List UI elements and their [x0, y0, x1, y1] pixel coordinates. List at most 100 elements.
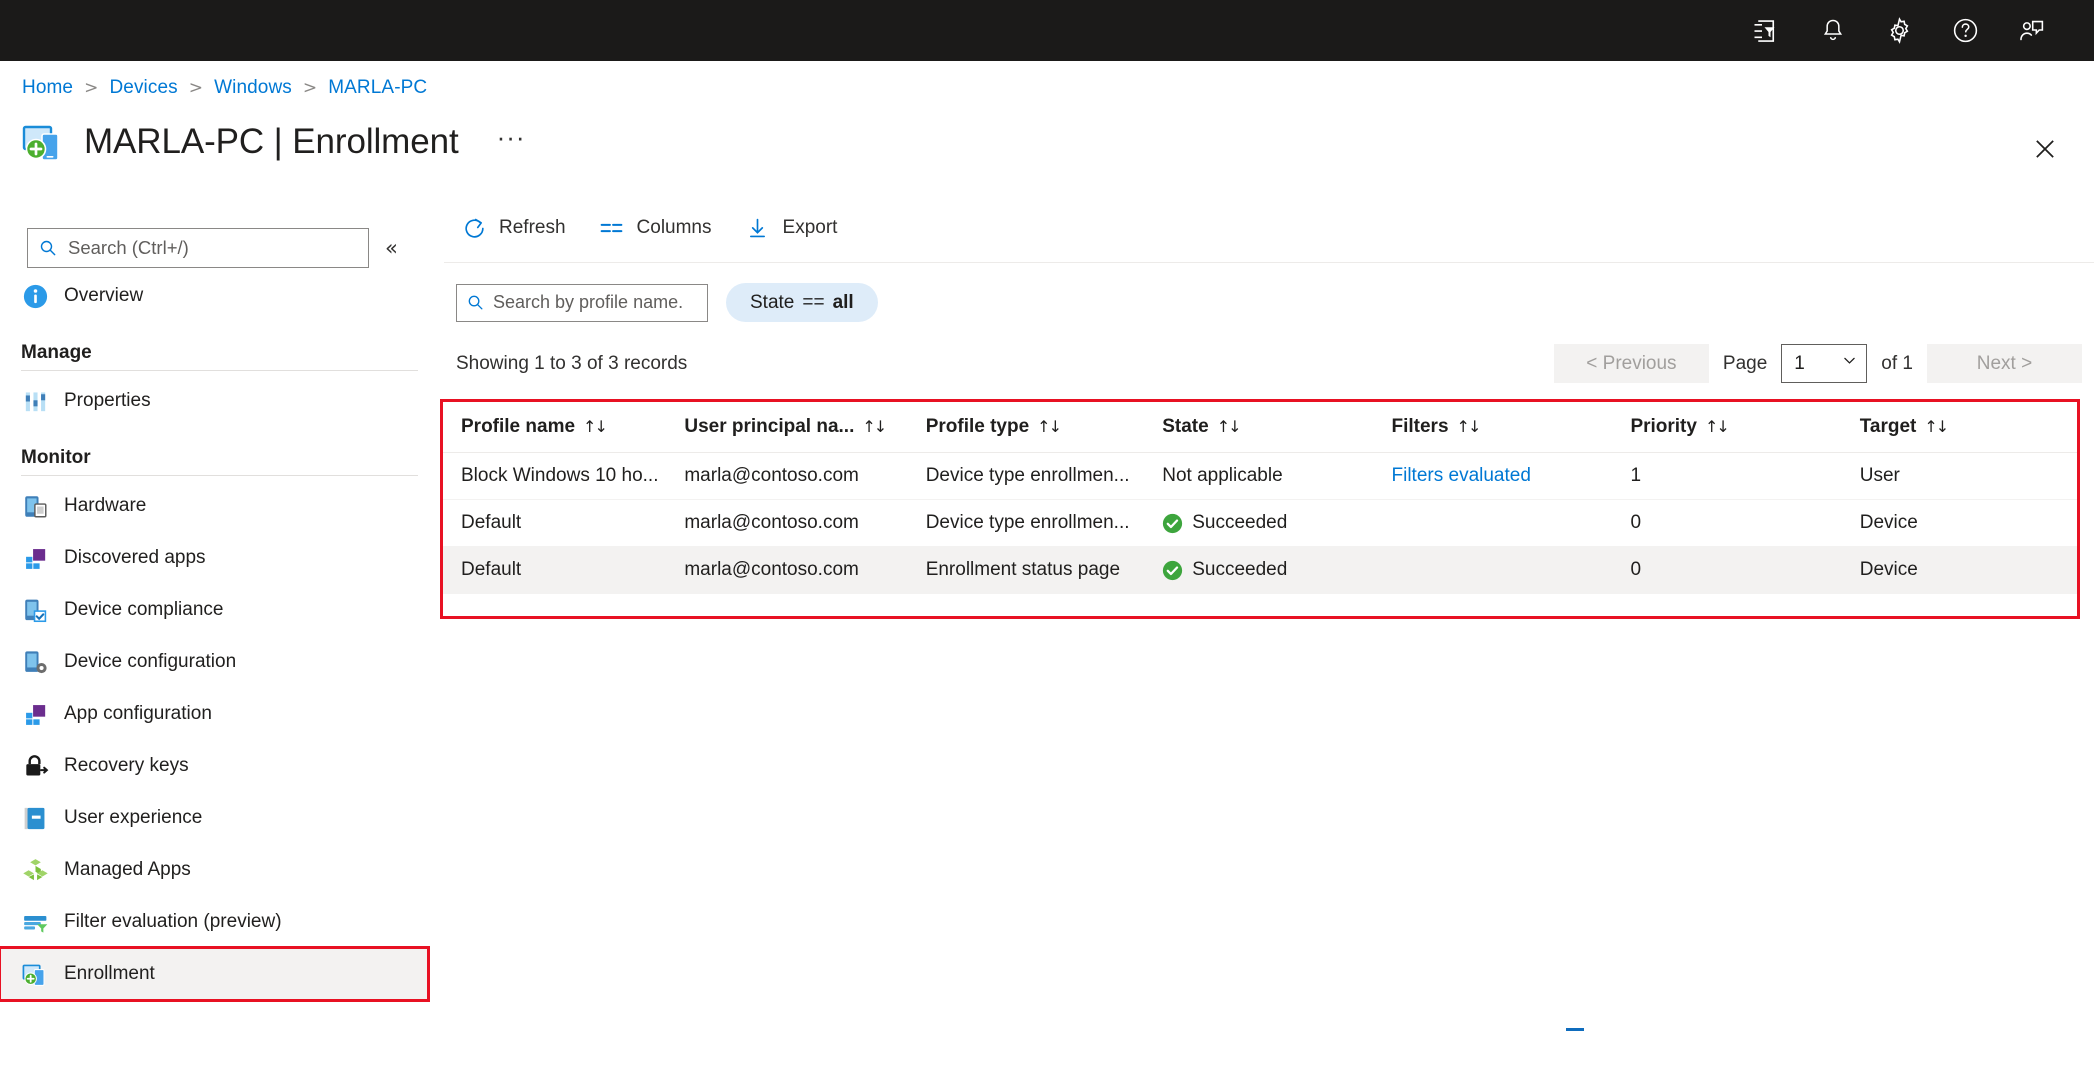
- sidebar-group-manage: Manage: [21, 342, 92, 363]
- enrollment-icon: [21, 960, 50, 989]
- discovered-apps-icon: [21, 544, 50, 573]
- filter-value: all: [832, 291, 854, 313]
- sidebar-item-device-configuration[interactable]: Device configuration: [0, 636, 440, 688]
- collapse-sidebar-button[interactable]: «: [385, 237, 398, 259]
- column-header-profile-type[interactable]: Profile type ↑↓: [925, 402, 1163, 453]
- page-number-select[interactable]: 1: [1781, 344, 1868, 383]
- info-icon: [21, 282, 50, 311]
- columns-button[interactable]: Columns: [594, 206, 728, 250]
- global-top-bar: [0, 0, 2094, 61]
- column-label: Profile type: [925, 416, 1030, 437]
- filter-operator: ==: [802, 291, 825, 313]
- table-row[interactable]: Default marla@contoso.com Device type en…: [443, 499, 2077, 547]
- filters-evaluated-link[interactable]: Filters evaluated: [1392, 465, 1531, 486]
- table-body: Block Windows 10 ho... marla@contoso.com…: [443, 452, 2077, 594]
- sort-icon[interactable]: ↑↓: [1037, 417, 1062, 436]
- refresh-icon: [460, 214, 488, 242]
- hardware-icon: [21, 492, 50, 521]
- export-button[interactable]: Export: [740, 206, 854, 250]
- gear-icon[interactable]: [1866, 0, 1932, 61]
- status-badge: Succeeded: [1162, 559, 1391, 581]
- notifications-icon[interactable]: [1800, 0, 1866, 61]
- export-label: Export: [782, 217, 838, 238]
- filter-bar: Search by profile name. State == all: [444, 263, 2094, 322]
- table-row[interactable]: Block Windows 10 ho... marla@contoso.com…: [443, 452, 2077, 500]
- refresh-button[interactable]: Refresh: [456, 206, 582, 250]
- sidebar-item-discovered-apps[interactable]: Discovered apps: [0, 532, 440, 584]
- sidebar-item-enrollment[interactable]: Enrollment: [0, 946, 430, 1002]
- profile-search-input[interactable]: Search by profile name.: [456, 283, 708, 322]
- filter-field: State: [750, 291, 795, 313]
- cell-profile-type: Device type enrollmen...: [925, 452, 1163, 500]
- sidebar-item-device-compliance[interactable]: Device compliance: [0, 584, 440, 636]
- cell-priority: 0: [1630, 546, 1860, 594]
- breadcrumb-item-home[interactable]: Home: [22, 76, 73, 100]
- columns-icon: [598, 214, 626, 242]
- success-check-icon: [1163, 513, 1183, 533]
- breadcrumb-separator: >: [188, 78, 204, 98]
- next-page-button[interactable]: Next >: [1927, 344, 2082, 383]
- more-options-button[interactable]: ···: [497, 124, 526, 157]
- column-header-filters[interactable]: Filters ↑↓: [1391, 402, 1631, 453]
- sidebar-divider: [21, 370, 418, 371]
- status-badge: Not applicable: [1162, 465, 1391, 487]
- sidebar-item-overview[interactable]: Overview: [0, 270, 440, 322]
- help-icon[interactable]: [1932, 0, 1998, 61]
- total-pages-label: of 1: [1881, 352, 1913, 374]
- breadcrumb-item-marla-pc[interactable]: MARLA-PC: [328, 76, 427, 100]
- refresh-label: Refresh: [499, 217, 566, 238]
- column-label: Target: [1859, 416, 1917, 437]
- page-title: MARLA-PC | Enrollment: [84, 122, 459, 161]
- sidebar-item-managed-apps[interactable]: Managed Apps: [0, 844, 440, 896]
- cell-user-principal-name: marla@contoso.com: [684, 499, 926, 547]
- search-input[interactable]: Search (Ctrl+/): [27, 228, 369, 268]
- sidebar-item-label: App configuration: [64, 703, 212, 724]
- sidebar-item-user-experience[interactable]: User experience: [0, 792, 440, 844]
- cell-state: Not applicable: [1162, 452, 1392, 500]
- state-filter-pill[interactable]: State == all: [726, 283, 878, 322]
- success-check-icon: [1163, 560, 1183, 580]
- breadcrumb-item-windows[interactable]: Windows: [214, 76, 292, 100]
- cell-target: Device: [1859, 499, 2077, 547]
- sidebar-item-label: Enrollment: [64, 963, 155, 984]
- sidebar-item-filter-evaluation[interactable]: Filter evaluation (preview): [0, 896, 440, 948]
- breadcrumb-item-devices[interactable]: Devices: [109, 76, 177, 100]
- column-header-profile-name[interactable]: Profile name ↑↓: [443, 402, 685, 453]
- sidebar-item-label: Recovery keys: [64, 755, 189, 776]
- cell-profile-name: Default: [443, 546, 685, 594]
- sort-icon[interactable]: ↑↓: [583, 417, 608, 436]
- top-bar-icon-group: [1734, 0, 2094, 61]
- column-header-priority[interactable]: Priority ↑↓: [1630, 402, 1860, 453]
- close-icon[interactable]: [2028, 132, 2062, 166]
- directory-filter-icon[interactable]: [1734, 0, 1800, 61]
- device-compliance-icon: [21, 596, 50, 625]
- sidebar-item-properties[interactable]: Properties: [0, 375, 440, 427]
- sidebar-item-app-configuration[interactable]: App configuration: [0, 688, 440, 740]
- sidebar-item-recovery-keys[interactable]: Recovery keys: [0, 740, 440, 792]
- column-header-state[interactable]: State ↑↓: [1162, 402, 1392, 453]
- sort-icon[interactable]: ↑↓: [1217, 417, 1242, 436]
- sort-icon[interactable]: ↑↓: [862, 417, 887, 436]
- cell-priority: 1: [1630, 452, 1860, 500]
- cell-state-label: Succeeded: [1192, 559, 1288, 580]
- cell-filters: [1391, 546, 1631, 594]
- column-header-user-principal-name[interactable]: User principal na... ↑↓: [684, 402, 926, 453]
- sidebar-item-hardware[interactable]: Hardware: [0, 480, 440, 532]
- table-header-row: Profile name ↑↓ User principal na... ↑↓ Pr…: [443, 402, 2077, 453]
- cell-profile-name: Block Windows 10 ho...: [443, 452, 685, 500]
- sort-icon[interactable]: ↑↓: [1924, 417, 1949, 436]
- cell-profile-type: Device type enrollmen...: [925, 499, 1163, 547]
- cell-filters: Filters evaluated: [1391, 452, 1631, 500]
- previous-page-button[interactable]: < Previous: [1553, 344, 1709, 383]
- sidebar-item-label: Filter evaluation (preview): [64, 911, 282, 932]
- breadcrumb-separator: >: [84, 78, 99, 98]
- profile-search-placeholder: Search by profile name.: [493, 292, 684, 312]
- sidebar-search-row: Search (Ctrl+/) «: [0, 226, 440, 270]
- page-number-value: 1: [1794, 352, 1805, 374]
- feedback-icon[interactable]: [1998, 0, 2064, 61]
- table-row[interactable]: Default marla@contoso.com Enrollment sta…: [443, 546, 2077, 594]
- column-header-target[interactable]: Target ↑↓: [1859, 402, 2077, 453]
- sort-icon[interactable]: ↑↓: [1705, 417, 1730, 436]
- sort-icon[interactable]: ↑↓: [1457, 417, 1482, 436]
- command-toolbar: Refresh Columns Export: [444, 200, 2094, 256]
